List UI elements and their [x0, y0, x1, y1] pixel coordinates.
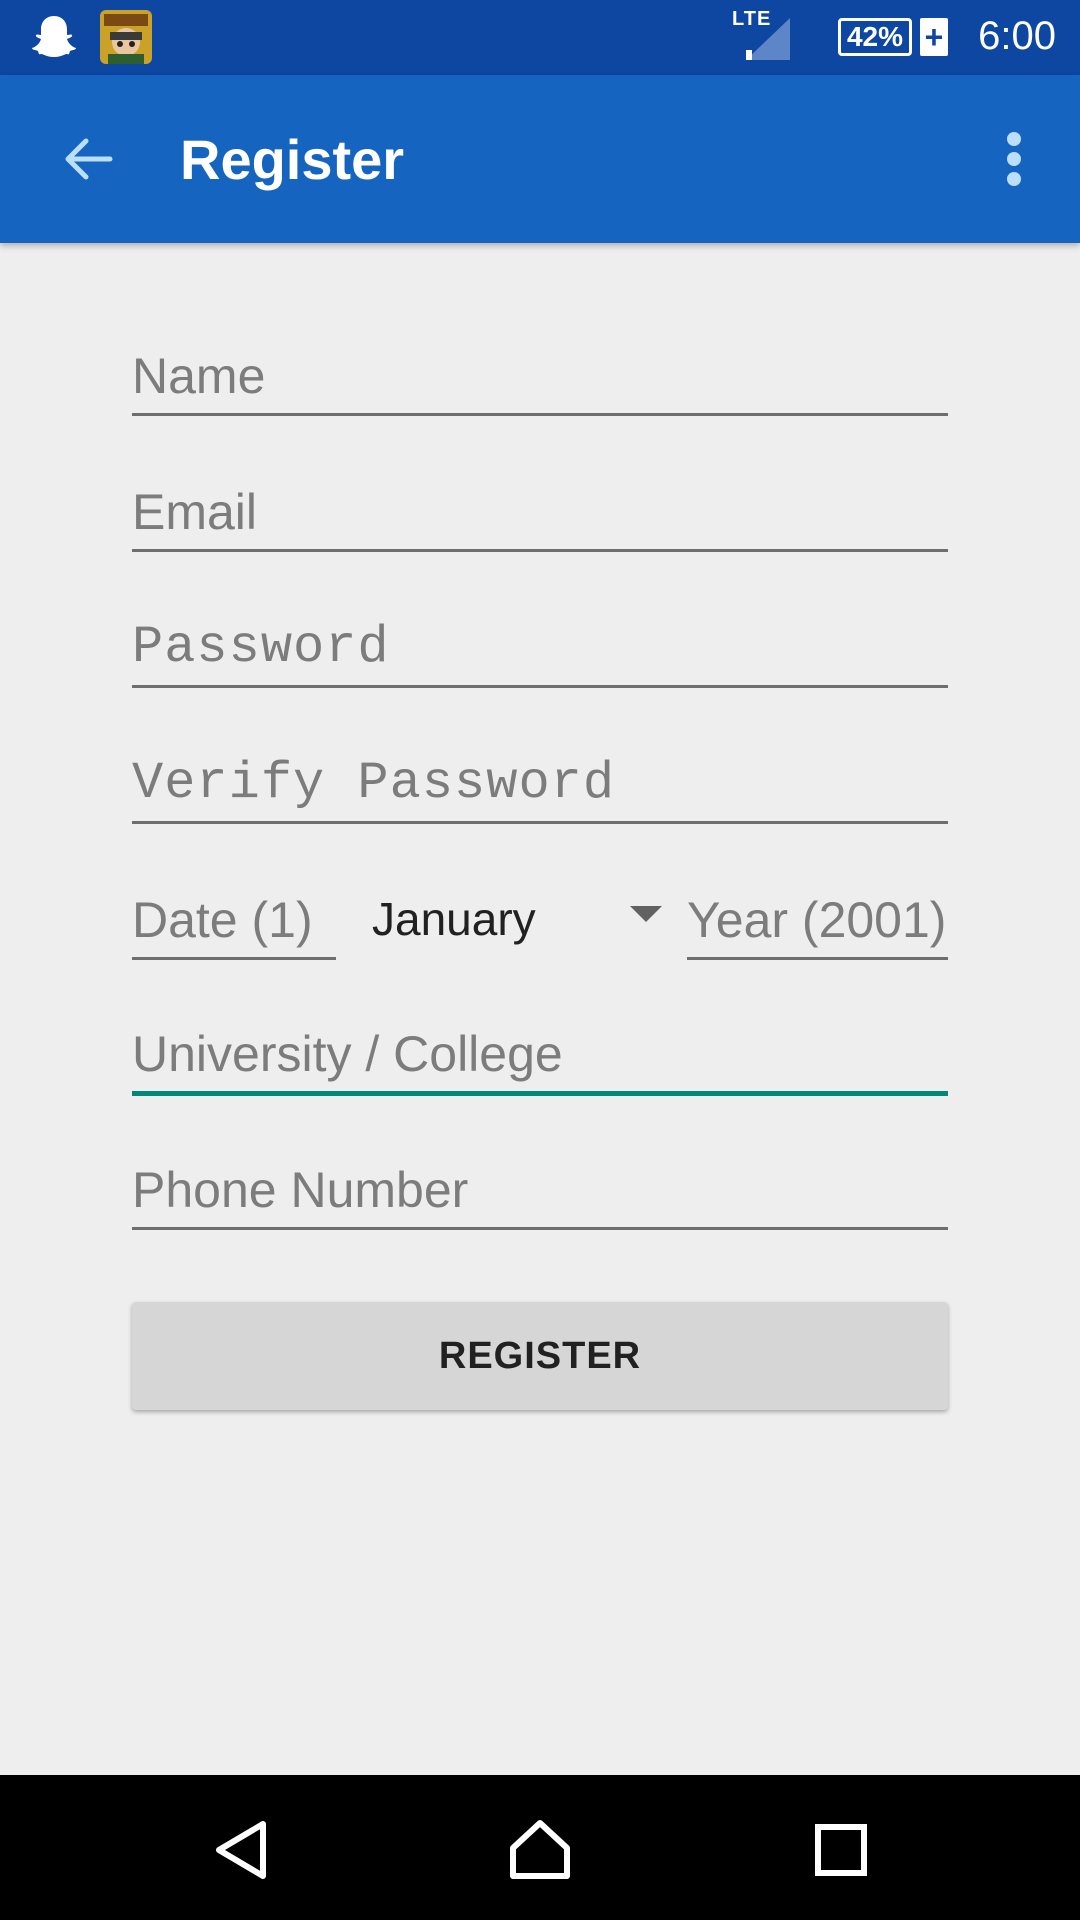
- year-input[interactable]: [687, 891, 948, 949]
- month-selected-value: January: [372, 893, 536, 945]
- back-button[interactable]: [48, 119, 128, 199]
- university-input[interactable]: [132, 1025, 948, 1083]
- dropdown-arrow-icon: [630, 906, 662, 922]
- verify-password-input[interactable]: [132, 754, 948, 813]
- snapchat-icon: [30, 12, 78, 62]
- app-bar: Register: [0, 75, 1080, 243]
- password-field[interactable]: [132, 608, 948, 688]
- nav-recents-icon: [815, 1824, 867, 1876]
- year-field[interactable]: [687, 880, 948, 960]
- nav-recents-button[interactable]: [796, 1805, 886, 1895]
- more-vert-icon: [1007, 132, 1021, 186]
- battery-icon: 42%: [838, 18, 912, 56]
- name-input[interactable]: [132, 347, 948, 405]
- nav-back-button[interactable]: [196, 1805, 286, 1895]
- nav-back-icon: [216, 1821, 266, 1879]
- nav-home-button[interactable]: [495, 1805, 585, 1895]
- password-input[interactable]: [132, 618, 948, 677]
- verify-password-field[interactable]: [132, 744, 948, 824]
- clock: 6:00: [978, 14, 1056, 58]
- name-field[interactable]: [132, 336, 948, 416]
- university-field[interactable]: [132, 1016, 948, 1096]
- status-bar: LTE 42% + 6:00: [0, 0, 1080, 75]
- nav-home-icon: [510, 1820, 570, 1879]
- signal-icon: [744, 16, 792, 62]
- email-input[interactable]: [132, 483, 948, 541]
- overflow-menu-button[interactable]: [990, 119, 1038, 199]
- register-button[interactable]: REGISTER: [132, 1302, 948, 1410]
- battery-percent: 42%: [846, 21, 904, 52]
- arrow-left-icon: [65, 138, 113, 180]
- system-nav-bar: [0, 1775, 1080, 1920]
- email-field[interactable]: [132, 472, 948, 552]
- register-button-label: REGISTER: [438, 1334, 642, 1377]
- phone-input[interactable]: [132, 1161, 948, 1219]
- date-input[interactable]: [132, 891, 336, 949]
- phone-field[interactable]: [132, 1150, 948, 1230]
- month-dropdown[interactable]: January: [372, 880, 662, 960]
- game-app-icon: [100, 10, 152, 64]
- page-title: Register: [180, 128, 405, 191]
- date-field[interactable]: [132, 880, 336, 960]
- charging-icon: +: [920, 18, 948, 56]
